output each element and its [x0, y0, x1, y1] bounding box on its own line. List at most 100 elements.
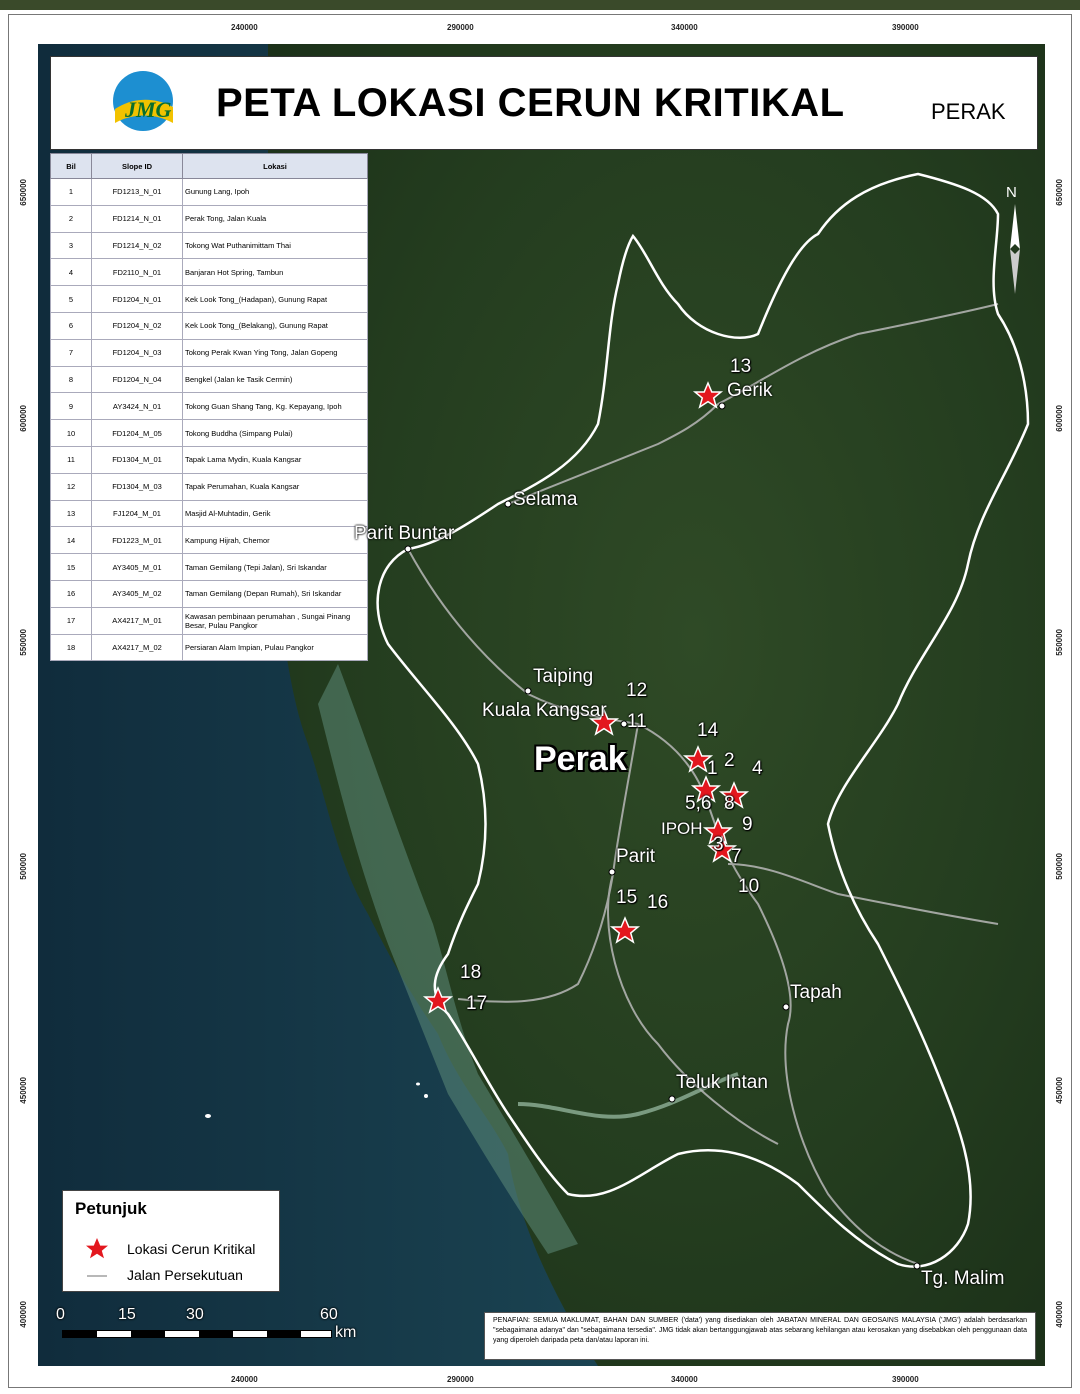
legend-panel: Petunjuk Lokasi Cerun Kritikal Jalan Per…	[62, 1190, 280, 1292]
table-cell-slope-id: FD1204_M_05	[91, 419, 183, 447]
town-label-selama: Selama	[513, 489, 578, 510]
table-header: Lokasi	[182, 153, 368, 179]
site-number: 8	[724, 793, 735, 814]
table-cell-bil: 2	[50, 204, 92, 233]
site-number: 16	[647, 892, 669, 913]
grid-tick-bottom: 340000	[671, 1375, 698, 1384]
legend-item-slope: Lokasi Cerun Kritikal	[127, 1241, 256, 1257]
table-cell-lokasi: Tapak Perumahan, Kuala Kangsar	[182, 472, 368, 501]
disclaimer: PENAFIAN: SEMUA MAKLUMAT, BAHAN DAN SUMB…	[484, 1312, 1036, 1360]
table-cell-slope-id: FJ1204_M_01	[91, 499, 183, 528]
site-number: 3	[713, 834, 724, 855]
table-cell-slope-id: AY3424_N_01	[91, 392, 183, 421]
table-cell-slope-id: FD1204_N_03	[91, 338, 183, 367]
north-label: N	[1006, 184, 1017, 201]
table-cell-bil: 17	[50, 606, 92, 635]
table-cell-lokasi: Tokong Buddha (Simpang Pulai)	[182, 419, 368, 447]
table-row: 16 AY3405_M_02 Taman Gemilang (Depan Rumah…	[50, 579, 368, 608]
table-row: 9 AY3424_N_01 Tokong Guan Shang Tang, Kg. …	[50, 392, 368, 421]
table-row: 6 FD1204_N_02 Kek Look Tong_(Belakang), Gu…	[50, 311, 368, 340]
table-cell-lokasi: Taman Gemilang (Depan Rumah), Sri Iskand…	[182, 579, 368, 608]
town-label-kuala-kangsar: Kuala Kangsar	[482, 700, 607, 721]
table-cell-lokasi: Tokong Perak Kwan Ying Tong, Jalan Gopen…	[182, 338, 368, 367]
grid-tick-left: 500000	[19, 853, 28, 880]
table-cell-slope-id: FD1204_N_01	[91, 285, 183, 313]
table-cell-lokasi: Bengkel (Jalan ke Tasik Cermin)	[182, 365, 368, 394]
table-row: 14 FD1223_M_01 Kampung Hijrah, Chemor	[50, 526, 368, 555]
svg-text:JMG: JMG	[124, 97, 172, 122]
table-cell-slope-id: AY3405_M_01	[91, 553, 183, 581]
star-icon	[86, 1238, 108, 1259]
scale-tick: 60	[320, 1306, 338, 1323]
grid-tick-left: 550000	[19, 629, 28, 656]
scale-tick: 15	[118, 1306, 136, 1323]
grid-tick-left: 600000	[19, 405, 28, 432]
grid-tick-bottom: 390000	[892, 1375, 919, 1384]
slope-table: Bil Slope ID Lokasi 1 FD1213_N_01 Gunung L…	[50, 153, 368, 662]
table-cell-bil: 8	[50, 365, 92, 394]
site-number: 14	[697, 720, 719, 741]
grid-tick-right: 600000	[1055, 405, 1064, 432]
table-cell-bil: 11	[50, 445, 92, 474]
table-cell-lokasi: Banjaran Hot Spring, Tambun	[182, 258, 368, 287]
grid-tick-bottom: 290000	[447, 1375, 474, 1384]
grid-tick-left: 650000	[19, 179, 28, 206]
scale-graduation	[62, 1330, 332, 1338]
table-row: 11 FD1304_M_01 Tapak Lama Mydin, Kuala Kan…	[50, 445, 368, 474]
site-number: 18	[460, 962, 482, 983]
grid-tick-left: 450000	[19, 1077, 28, 1104]
table-cell-slope-id: FD1214_N_02	[91, 231, 183, 260]
site-number: 11	[627, 711, 647, 732]
table-row: 7 FD1204_N_03 Tokong Perak Kwan Ying Tong,…	[50, 338, 368, 367]
scale-bar: 0 15 30 60 km	[52, 1306, 362, 1356]
site-number: 17	[466, 993, 488, 1014]
table-cell-slope-id: AX4217_M_01	[91, 606, 183, 635]
town-label-ipoh: IPOH	[661, 819, 703, 838]
table-cell-bil: 18	[50, 633, 92, 662]
table-cell-slope-id: FD2110_N_01	[91, 258, 183, 287]
title-panel: JMG PETA LOKASI CERUN KRITIKAL PERAK	[50, 56, 1038, 150]
grid-tick-top: 340000	[671, 23, 698, 32]
site-number: 10	[738, 876, 760, 897]
site-number: 15	[616, 887, 638, 908]
table-cell-lokasi: Tokong Guan Shang Tang, Kg. Kepayang, Ip…	[182, 392, 368, 421]
table-row: 5 FD1204_N_01 Kek Look Tong_(Hadapan), Gun…	[50, 285, 368, 313]
grid-tick-right: 400000	[1055, 1301, 1064, 1328]
grid-tick-left: 400000	[19, 1301, 28, 1328]
table-cell-slope-id: FD1214_N_01	[91, 204, 183, 233]
table-cell-lokasi: Gunung Lang, Ipoh	[182, 178, 368, 206]
table-cell-slope-id: FD1223_M_01	[91, 526, 183, 555]
grid-tick-right: 550000	[1055, 629, 1064, 656]
table-cell-lokasi: Masjid Al-Muhtadin, Gerik	[182, 499, 368, 528]
table-cell-bil: 5	[50, 285, 92, 313]
town-label-parit: Parit	[616, 846, 656, 867]
table-row: 18 AX4217_M_02 Persiaran Alam Impian, Pula…	[50, 633, 368, 662]
town-label-gerik: Gerik	[727, 380, 773, 401]
table-cell-slope-id: FD1304_M_03	[91, 472, 183, 501]
table-header: Slope ID	[91, 153, 183, 179]
table-cell-bil: 7	[50, 338, 92, 367]
scale-tick: 0	[56, 1306, 65, 1323]
table-row: 3 FD1214_N_02 Tokong Wat Puthanimittam Tha…	[50, 231, 368, 260]
site-number: 13	[730, 356, 752, 377]
table-header: Bil	[50, 153, 92, 179]
grid-tick-top: 240000	[231, 23, 258, 32]
table-cell-slope-id: AX4217_M_02	[91, 633, 183, 662]
site-number: 4	[752, 758, 763, 779]
table-row: 4 FD2110_N_01 Banjaran Hot Spring, Tambun	[50, 258, 368, 287]
table-cell-slope-id: FD1304_M_01	[91, 445, 183, 474]
table-cell-slope-id: FD1213_N_01	[91, 178, 183, 206]
north-arrow: N	[1002, 184, 1028, 294]
table-cell-lokasi: Tapak Lama Mydin, Kuala Kangsar	[182, 445, 368, 474]
scale-unit: km	[335, 1324, 357, 1341]
table-cell-slope-id: FD1204_N_02	[91, 311, 183, 340]
town-label-taiping: Taiping	[533, 666, 594, 687]
town-label-tapah: Tapah	[790, 982, 842, 1003]
table-row: 2 FD1214_N_01 Perak Tong, Jalan Kuala	[50, 204, 368, 233]
table-row: 8 FD1204_N_04 Bengkel (Jalan ke Tasik Cerm…	[50, 365, 368, 394]
table-row: 10 FD1204_M_05 Tokong Buddha (Simpang Pula…	[50, 419, 368, 447]
table-row: 12 FD1304_M_03 Tapak Perumahan, Kuala Kang…	[50, 472, 368, 501]
table-row: 1 FD1213_N_01 Gunung Lang, Ipoh	[50, 178, 368, 206]
table-cell-bil: 9	[50, 392, 92, 421]
table-cell-lokasi: Kek Look Tong_(Hadapan), Gunung Rapat	[182, 285, 368, 313]
